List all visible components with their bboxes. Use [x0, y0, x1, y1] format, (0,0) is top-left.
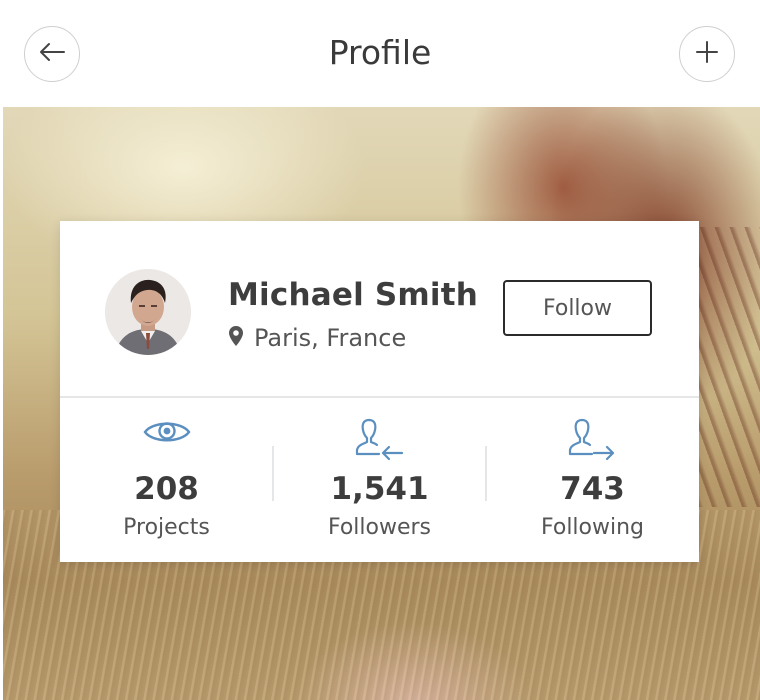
stat-followers[interactable]: 1,541 Followers — [273, 411, 486, 551]
card-divider — [60, 396, 699, 398]
profile-card: Michael Smith Paris, France Follow 208 P… — [60, 221, 699, 562]
stat-value: 743 — [560, 471, 625, 507]
user-incoming-icon — [273, 417, 486, 461]
top-bar: Profile — [0, 0, 760, 107]
page-title: Profile — [328, 33, 432, 72]
stat-value: 208 — [134, 471, 199, 507]
add-button[interactable] — [679, 26, 735, 82]
plus-icon — [695, 40, 719, 69]
avatar[interactable] — [105, 269, 191, 355]
map-pin-icon — [228, 325, 244, 352]
stat-following[interactable]: 743 Following — [486, 411, 699, 551]
user-outgoing-icon — [486, 417, 699, 461]
profile-name: Michael Smith — [228, 277, 479, 313]
stat-value: 1,541 — [330, 471, 429, 507]
stat-label: Following — [540, 515, 645, 540]
stat-label: Followers — [327, 515, 432, 540]
location-label: Paris, France — [254, 324, 407, 352]
stat-projects[interactable]: 208 Projects — [60, 411, 273, 551]
eye-icon — [60, 417, 273, 447]
profile-location: Paris, France — [228, 324, 406, 352]
stat-label: Projects — [123, 515, 210, 540]
follow-button[interactable]: Follow — [503, 280, 652, 336]
